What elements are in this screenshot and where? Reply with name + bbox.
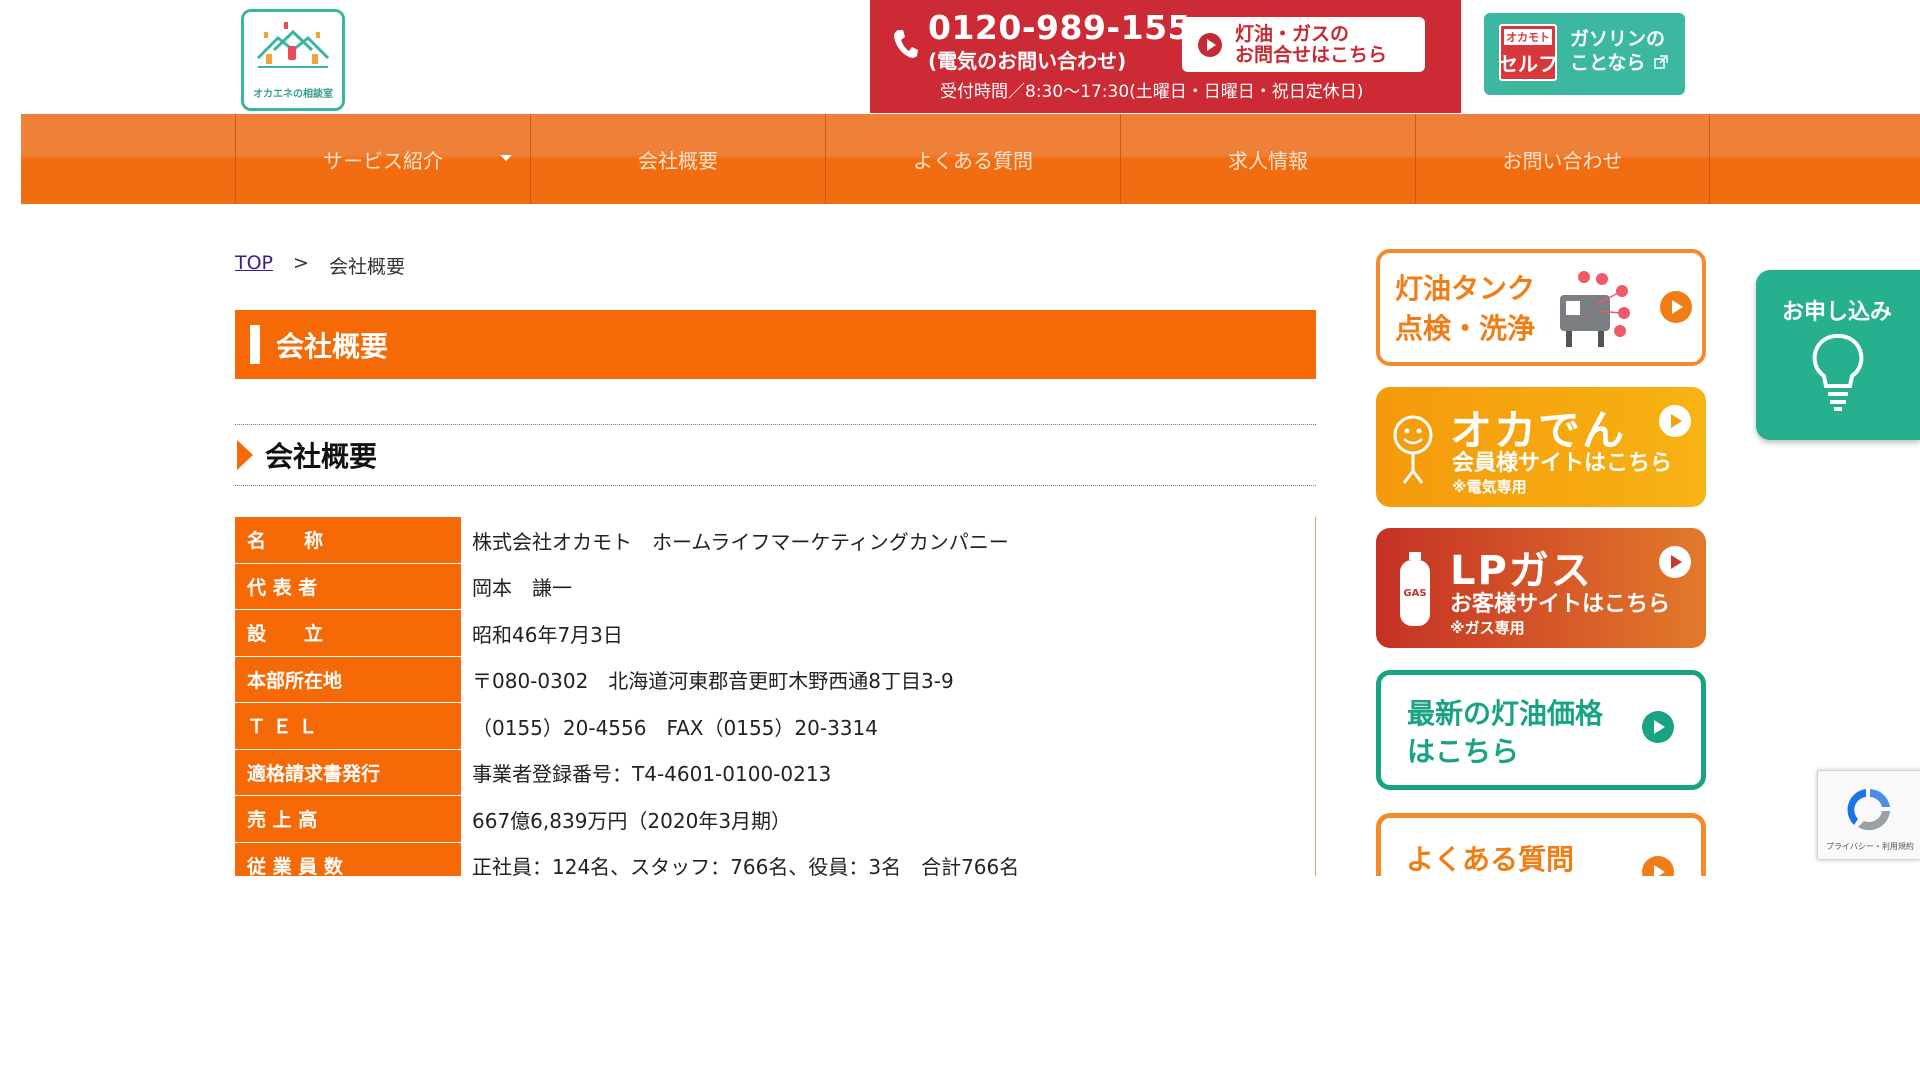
breadcrumb-separator: >	[293, 252, 309, 274]
logo-text: オカエネの相談室	[253, 89, 333, 100]
gas-cylinder-icon: GAS	[1400, 552, 1430, 626]
lpgas-sub: お客様サイトはこちら	[1450, 592, 1671, 617]
table-row: 売 上 高 667億6,839万円（2020年3月期）	[235, 796, 1315, 843]
section-title: 会社概要	[265, 440, 378, 473]
apply-label: お申し込み	[1782, 300, 1893, 325]
title-bar-decoration	[250, 325, 260, 364]
breadcrumb: TOP > 会社概要	[235, 252, 405, 279]
brand-main-text: セルフ	[1498, 51, 1558, 76]
play-icon	[1659, 405, 1691, 437]
lpgas-customer-site-banner[interactable]: GAS LPガス お客様サイトはこちら ※ガス専用	[1376, 528, 1706, 648]
row-key: 適格請求書発行	[235, 749, 461, 796]
gasoline-self-banner[interactable]: オカモト セルフ ガソリンの ことなら	[1484, 13, 1685, 95]
faq-label: よくある質問	[1406, 843, 1575, 876]
faq-banner[interactable]: よくある質問	[1376, 813, 1706, 876]
play-icon	[1198, 32, 1222, 57]
row-value: （0155）20-4556 FAX（0155）20-3314	[472, 715, 878, 740]
nav-item-faq[interactable]: よくある質問	[825, 114, 1120, 204]
play-icon	[1642, 856, 1674, 876]
table-row: 代 表 者 岡本 謙一	[235, 563, 1315, 610]
table-row: 本部所在地 〒080-0302 北海道河東郡音更町木野西通8丁目3-9	[235, 656, 1315, 703]
kerosene-gas-inquiry-button[interactable]: 灯油・ガスの お問合せはこちら	[1182, 17, 1425, 72]
latest-oil-price-banner[interactable]: 最新の灯油価格 はこちら	[1376, 670, 1706, 790]
row-key: 名 称	[235, 517, 461, 564]
nav-label: よくある質問	[913, 148, 1033, 173]
gasoline-label: ガソリンの ことなら	[1570, 28, 1666, 74]
smiley-mascot-icon	[1393, 415, 1433, 484]
table-row: Ｔ Ｅ Ｌ （0155）20-4556 FAX（0155）20-3314	[235, 703, 1315, 750]
nav-item-contact[interactable]: お問い合わせ	[1415, 114, 1710, 204]
row-value: 株式会社オカモト ホームライフマーケティングカンパニー	[472, 529, 1009, 554]
section-heading: 会社概要	[235, 424, 1316, 486]
table-row: 適格請求書発行 事業者登録番号：T4-4601-0100-0213	[235, 749, 1315, 796]
recaptcha-icon	[1847, 789, 1890, 831]
gas-cylinder-label: GAS	[1403, 588, 1426, 599]
site-logo[interactable]: オカエネの相談室	[241, 9, 345, 111]
table-row: 名 称 株式会社オカモト ホームライフマーケティングカンパニー	[235, 517, 1315, 564]
row-key: 売 上 高	[235, 796, 461, 843]
play-icon	[1659, 546, 1691, 578]
phone-number[interactable]: 0120-989-155	[928, 8, 1191, 47]
page-title: 会社概要	[276, 329, 389, 363]
lightbulb-icon	[1812, 333, 1864, 411]
row-key: 設 立	[235, 610, 461, 657]
page-title-banner: 会社概要	[235, 310, 1316, 379]
brand-top-text: オカモト	[1504, 28, 1552, 45]
inquiry-button-label: 灯油・ガスの お問合せはこちら	[1235, 22, 1388, 66]
row-key: 代 表 者	[235, 563, 461, 610]
nav-label: サービス紹介	[323, 148, 443, 173]
phone-note: (電気のお問い合わせ)	[928, 49, 1127, 73]
row-value: 〒080-0302 北海道河東郡音更町木野西通8丁目3-9	[472, 669, 954, 694]
row-value: 事業者登録番号：T4-4601-0100-0213	[472, 762, 832, 787]
okaden-sub: 会員様サイトはこちら	[1452, 451, 1673, 476]
external-link-icon	[1654, 55, 1668, 69]
row-key: 従 業 員 数	[235, 842, 461, 876]
row-value: 正社員：124名、スタッフ：766名、役員：3名 合計766名	[472, 855, 1020, 876]
lpgas-note: ※ガス専用	[1450, 619, 1525, 637]
kerosene-tank-label: 灯油タンク 点検・洗浄	[1395, 272, 1536, 345]
company-info-table: 名 称 株式会社オカモト ホームライフマーケティングカンパニー 代 表 者 岡本…	[235, 517, 1316, 876]
row-value: 667億6,839万円（2020年3月期）	[472, 808, 792, 833]
nav-label: 会社概要	[638, 148, 718, 173]
arrow-right-icon	[237, 440, 253, 470]
play-icon	[1642, 711, 1674, 743]
okaden-note: ※電気専用	[1452, 478, 1527, 496]
global-nav: サービス紹介 会社概要 よくある質問 求人情報 お問い合わせ	[21, 114, 1920, 204]
nav-label: 求人情報	[1228, 148, 1308, 173]
phone-icon	[894, 30, 918, 58]
houses-logo-icon	[256, 22, 330, 68]
nav-label: お問い合わせ	[1502, 148, 1623, 173]
table-row: 従 業 員 数 正社員：124名、スタッフ：766名、役員：3名 合計766名	[235, 842, 1315, 876]
breadcrumb-top-link[interactable]: TOP	[235, 252, 273, 279]
recaptcha-text: プライバシー・利用規約	[1826, 842, 1914, 851]
row-key: Ｔ Ｅ Ｌ	[235, 703, 461, 750]
kerosene-tank-banner[interactable]: 灯油タンク 点検・洗浄	[1376, 249, 1706, 366]
okamoto-self-logo: オカモト セルフ	[1498, 24, 1558, 81]
breadcrumb-current: 会社概要	[328, 256, 405, 278]
play-icon	[1660, 291, 1692, 323]
recaptcha-badge[interactable]: プライバシー・利用規約	[1817, 770, 1920, 860]
okaden-member-site-banner[interactable]: オカでん 会員様サイトはこちら ※電気専用	[1376, 387, 1706, 507]
business-hours: 受付時間／8:30〜17:30(土曜日・日曜日・祝日定休日)	[940, 82, 1364, 102]
nav-item-services[interactable]: サービス紹介	[235, 114, 530, 204]
row-key: 本部所在地	[235, 656, 461, 703]
nav-item-company[interactable]: 会社概要	[530, 114, 825, 204]
oil-tank-icon	[1560, 271, 1630, 347]
row-value: 岡本 謙一	[472, 576, 572, 601]
table-row: 設 立 昭和46年7月3日	[235, 610, 1315, 657]
nav-item-recruit[interactable]: 求人情報	[1120, 114, 1415, 204]
phone-contact-box: 0120-989-155 (電気のお問い合わせ) 受付時間／8:30〜17:30…	[870, 0, 1461, 113]
caret-down-icon	[500, 155, 512, 161]
oil-price-label: 最新の灯油価格 はこちら	[1407, 697, 1604, 768]
row-value: 昭和46年7月3日	[472, 622, 623, 647]
apply-floating-tab[interactable]: お申し込み	[1756, 270, 1920, 440]
